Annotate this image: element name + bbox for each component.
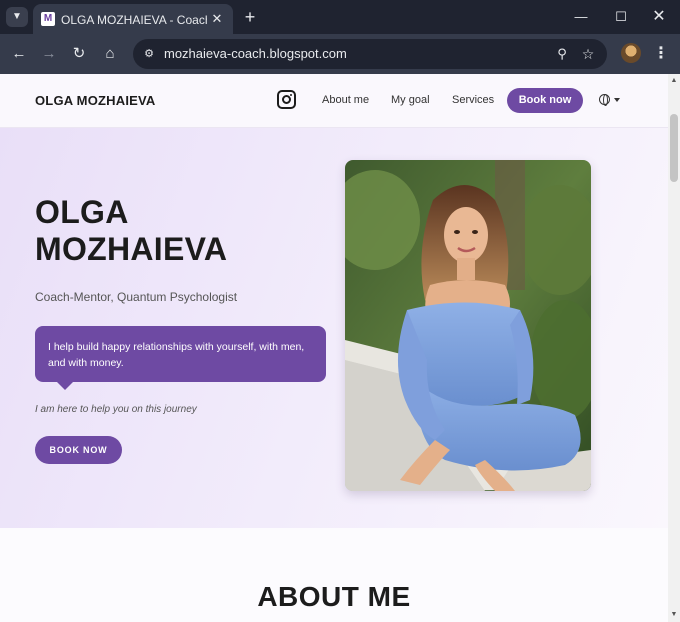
favicon: M — [41, 12, 55, 26]
nav-about-me[interactable]: About me — [322, 94, 369, 106]
profile-avatar[interactable] — [621, 43, 641, 63]
tune-icon[interactable]: ⚙ — [141, 46, 157, 62]
site-header: OLGA MOZHAIEVA About me My goal Services… — [0, 74, 668, 128]
star-icon[interactable]: ☆ — [579, 45, 597, 63]
window-close-icon[interactable]: ✕ — [648, 7, 670, 27]
minimize-icon[interactable]: — — [570, 7, 592, 27]
speech-bubble: I help build happy relationships with yo… — [35, 326, 326, 382]
tab-strip: ▼ M OLGA MOZHAIEVA - Coach-Mentor, Quant… — [0, 0, 680, 34]
speech-bubble-tail — [56, 381, 74, 390]
about-section: ABOUT ME — [0, 528, 668, 622]
close-icon[interactable]: ✕ — [209, 11, 225, 27]
arrow-left-icon[interactable]: ← — [8, 43, 30, 65]
hero-subtitle: Coach-Mentor, Quantum Psychologist — [35, 290, 238, 304]
active-tab[interactable]: M OLGA MOZHAIEVA - Coach-Mentor, Quantum… — [33, 4, 233, 34]
kebab-icon[interactable]: ⋮ — [653, 43, 669, 65]
maximize-icon[interactable]: ☐ — [610, 7, 632, 27]
browser-toolbar: ← → ↻ ⌂ ⚙ mozhaieva-coach.blogspot.com ⚲… — [0, 34, 680, 74]
url-text[interactable]: mozhaieva-coach.blogspot.com — [164, 46, 347, 62]
site-brand[interactable]: OLGA MOZHAIEVA — [35, 93, 156, 108]
scroll-up-icon[interactable]: ▲ — [668, 76, 680, 86]
reload-icon[interactable]: ↻ — [68, 43, 90, 65]
hero-book-button[interactable]: BOOK NOW — [35, 436, 122, 464]
home-icon[interactable]: ⌂ — [99, 43, 121, 65]
nav-my-goal[interactable]: My goal — [391, 94, 430, 106]
portrait-illustration — [345, 160, 591, 491]
about-heading: ABOUT ME — [257, 581, 411, 612]
hero-note: I am here to help you on this journey — [35, 404, 197, 415]
hero-section: OLGA MOZHAIEVA Coach-Mentor, Quantum Psy… — [0, 128, 668, 528]
scroll-down-icon[interactable]: ▼ — [668, 610, 680, 620]
instagram-icon[interactable] — [277, 90, 296, 109]
scrollbar-thumb[interactable] — [670, 114, 678, 182]
book-now-button[interactable]: Book now — [507, 88, 583, 113]
arrow-right-icon[interactable]: → — [38, 43, 60, 65]
chevron-down-icon[interactable]: ▼ — [6, 7, 28, 27]
globe-icon[interactable] — [599, 94, 610, 106]
zoom-icon[interactable]: ⚲ — [553, 45, 571, 63]
hero-title: OLGA MOZHAIEVA — [35, 194, 228, 267]
address-bar[interactable]: ⚙ mozhaieva-coach.blogspot.com ⚲ ☆ — [133, 39, 607, 69]
page-viewport: OLGA MOZHAIEVA About me My goal Services… — [0, 74, 668, 622]
portrait-photo — [345, 160, 591, 491]
page-scrollbar[interactable]: ▲ ▼ — [668, 74, 680, 622]
caret-down-icon[interactable] — [614, 98, 620, 102]
nav-services[interactable]: Services — [452, 94, 494, 106]
tab-title: OLGA MOZHAIEVA - Coach-Mentor, Quantum P… — [61, 13, 207, 27]
plus-icon[interactable]: + — [240, 7, 260, 27]
